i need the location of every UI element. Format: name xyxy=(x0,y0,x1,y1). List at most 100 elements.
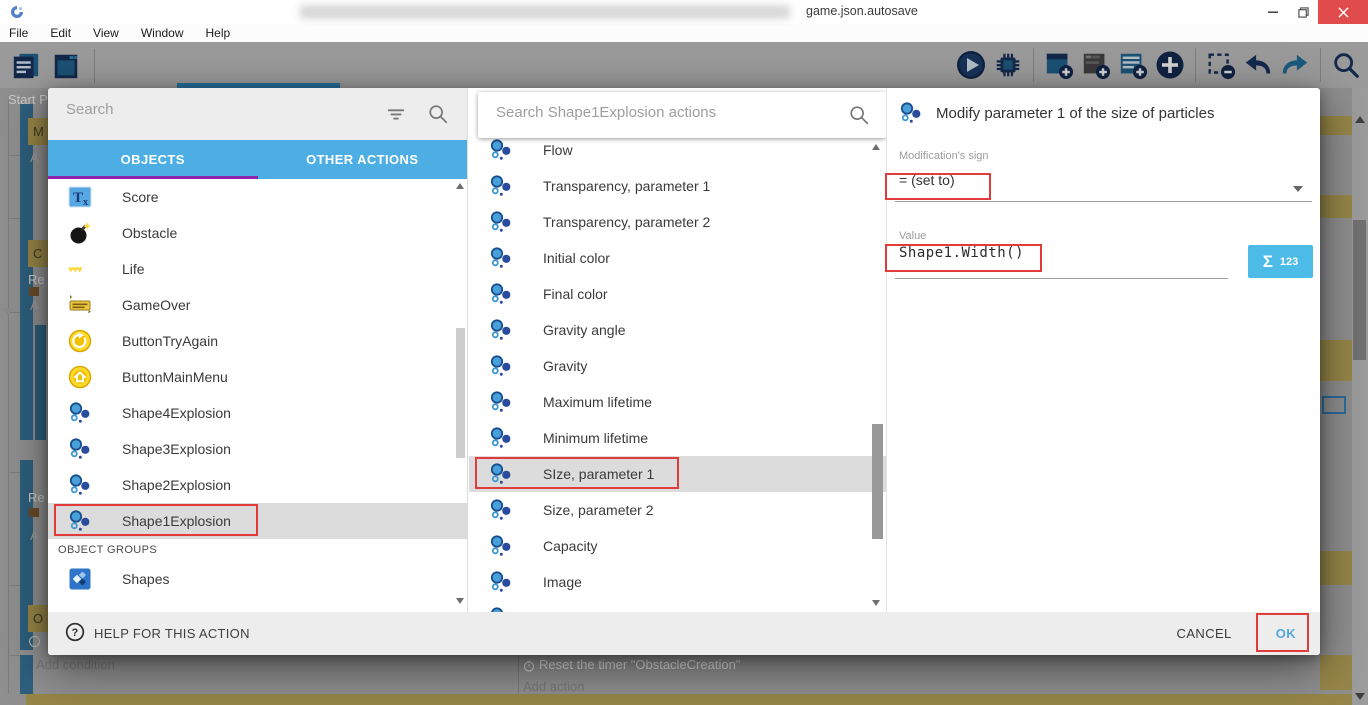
scene-editor-icon[interactable] xyxy=(50,50,82,82)
action-name: Image xyxy=(543,574,582,590)
object-list-item[interactable]: ♥♥♥ Life xyxy=(48,251,467,287)
objects-scrollbar xyxy=(455,183,466,604)
gdevelop-window: game.json.autosave File Edit View Window… xyxy=(0,0,1368,705)
action-list-item[interactable]: Minimum lifetime xyxy=(469,420,886,456)
object-list-item[interactable]: GameOver xyxy=(48,287,467,323)
action-list-item[interactable]: Image xyxy=(469,564,886,600)
toolbar-separator xyxy=(94,49,95,83)
objects-list: Tx Score Obstacle ♥♥♥ Life GameOver Butt… xyxy=(48,179,467,612)
action-list-item[interactable]: Size, parameter 2 xyxy=(469,492,886,528)
text-object-icon: Tx xyxy=(68,185,92,209)
play-icon[interactable] xyxy=(955,49,987,81)
tab-label: OBJECTS xyxy=(121,152,185,167)
event-icon-fragment xyxy=(29,287,39,296)
event-icon-fragment xyxy=(29,636,40,647)
action-editor-dialog: OBJECTS OTHER ACTIONS Tx Score Obstacle … xyxy=(48,88,1320,655)
action-name: Minimum lifetime xyxy=(543,430,648,446)
scroll-down-arrow-icon[interactable] xyxy=(872,600,880,606)
action-list-item[interactable]: Transparency, parameter 2 xyxy=(469,204,886,240)
menu-item[interactable]: Window xyxy=(141,26,184,40)
scroll-up-arrow-icon xyxy=(1355,116,1365,123)
close-button[interactable] xyxy=(1318,0,1368,24)
event-column-divider xyxy=(518,655,519,694)
object-list-item[interactable]: Tx Score xyxy=(48,179,467,215)
comment-block xyxy=(1320,655,1352,690)
object-list-item[interactable]: Shape3Explosion xyxy=(48,431,467,467)
action-list-item[interactable]: SIze, parameter 1 xyxy=(469,456,886,492)
action-list-item[interactable]: Capacity xyxy=(469,528,886,564)
undo-icon[interactable] xyxy=(1242,49,1274,81)
tree-tick xyxy=(8,155,20,156)
menu-item[interactable]: Help xyxy=(206,26,231,40)
search-icon[interactable] xyxy=(427,103,449,130)
filter-icon[interactable] xyxy=(385,103,407,130)
tab[interactable]: OBJECTS xyxy=(48,140,258,179)
add-scene-icon[interactable] xyxy=(1043,49,1075,81)
object-name: Shape4Explosion xyxy=(122,405,231,421)
cancel-button[interactable]: CANCEL xyxy=(1177,626,1232,641)
add-object-icon[interactable] xyxy=(1154,49,1186,81)
action-list-item[interactable]: Gravity xyxy=(469,348,886,384)
scroll-up-arrow-icon[interactable] xyxy=(456,183,464,189)
particle-icon xyxy=(489,570,513,594)
deselect-icon[interactable] xyxy=(1205,49,1237,81)
scroll-down-arrow-icon[interactable] xyxy=(456,598,464,604)
action-name: Transparency, parameter 1 xyxy=(543,178,710,194)
action-list-item[interactable]: Final color xyxy=(469,276,886,312)
add-external-events-icon[interactable] xyxy=(1080,49,1112,81)
toolbar-separator xyxy=(1195,48,1196,82)
object-list-item[interactable]: Obstacle xyxy=(48,215,467,251)
action-name: Flow xyxy=(543,142,573,158)
actions-scrollbar-thumb[interactable] xyxy=(872,424,883,539)
chevron-down-icon[interactable] xyxy=(1292,180,1304,198)
home-button-icon xyxy=(68,365,92,389)
scroll-up-arrow-icon[interactable] xyxy=(872,144,880,150)
comment-block xyxy=(1320,551,1352,585)
actions-search-input[interactable] xyxy=(496,104,826,121)
timer-icon xyxy=(523,659,535,677)
add-action-link: Add action xyxy=(523,679,584,694)
objects-panel: OBJECTS OTHER ACTIONS Tx Score Obstacle … xyxy=(48,88,468,612)
object-list-item[interactable]: Shapes xyxy=(48,561,467,597)
action-list-item[interactable]: Initial color xyxy=(469,240,886,276)
help-for-this-action-button[interactable]: ? HELP FOR THIS ACTION xyxy=(65,622,250,645)
debug-icon[interactable] xyxy=(992,49,1024,81)
actions-scrollbar xyxy=(871,144,884,606)
object-list-item[interactable]: ButtonTryAgain xyxy=(48,323,467,359)
object-list-item[interactable]: Shape2Explosion xyxy=(48,467,467,503)
object-list-item[interactable]: Shape4Explosion xyxy=(48,395,467,431)
group-icon xyxy=(68,567,92,591)
object-name: Life xyxy=(122,261,145,277)
toolbar-left-group xyxy=(10,49,99,83)
svg-text:x: x xyxy=(83,197,88,208)
redacted-title-path xyxy=(300,5,790,19)
tree-tick xyxy=(8,655,20,656)
action-list-item[interactable]: Transparency, parameter 1 xyxy=(469,168,886,204)
restore-icon[interactable] xyxy=(1288,0,1318,24)
menu-item[interactable]: Edit xyxy=(50,26,71,40)
tab[interactable]: OTHER ACTIONS xyxy=(258,140,468,179)
actions-search-bar xyxy=(478,92,886,138)
window-titlebar: game.json.autosave xyxy=(0,0,1368,24)
menu-item[interactable]: File xyxy=(9,26,28,40)
object-list-item[interactable]: ButtonMainMenu xyxy=(48,359,467,395)
action-title: Modify parameter 1 of the size of partic… xyxy=(936,105,1214,122)
toolbar-separator xyxy=(1320,48,1321,82)
app-content: Start P M C O A Re A Re A Add condition … xyxy=(0,42,1368,705)
add-external-layout-icon[interactable] xyxy=(1117,49,1149,81)
particle-icon xyxy=(68,401,92,425)
action-list-item[interactable]: Gravity angle xyxy=(469,312,886,348)
search-icon[interactable] xyxy=(1330,49,1362,81)
menu-item[interactable]: View xyxy=(93,26,119,40)
redo-icon[interactable] xyxy=(1279,49,1311,81)
objects-search-input[interactable] xyxy=(66,101,366,118)
objects-scrollbar-thumb[interactable] xyxy=(456,328,465,458)
action-list-item[interactable]: Maximum lifetime xyxy=(469,384,886,420)
search-icon[interactable] xyxy=(848,104,870,131)
minimize-icon[interactable] xyxy=(1258,0,1288,24)
main-scrollbar-thumb xyxy=(1353,220,1366,360)
project-manager-icon[interactable] xyxy=(10,50,42,82)
object-list-item[interactable]: Shape1Explosion xyxy=(48,503,467,539)
expression-builder-button[interactable]: Σ 123 xyxy=(1248,245,1313,278)
action-list-item[interactable] xyxy=(469,600,886,612)
